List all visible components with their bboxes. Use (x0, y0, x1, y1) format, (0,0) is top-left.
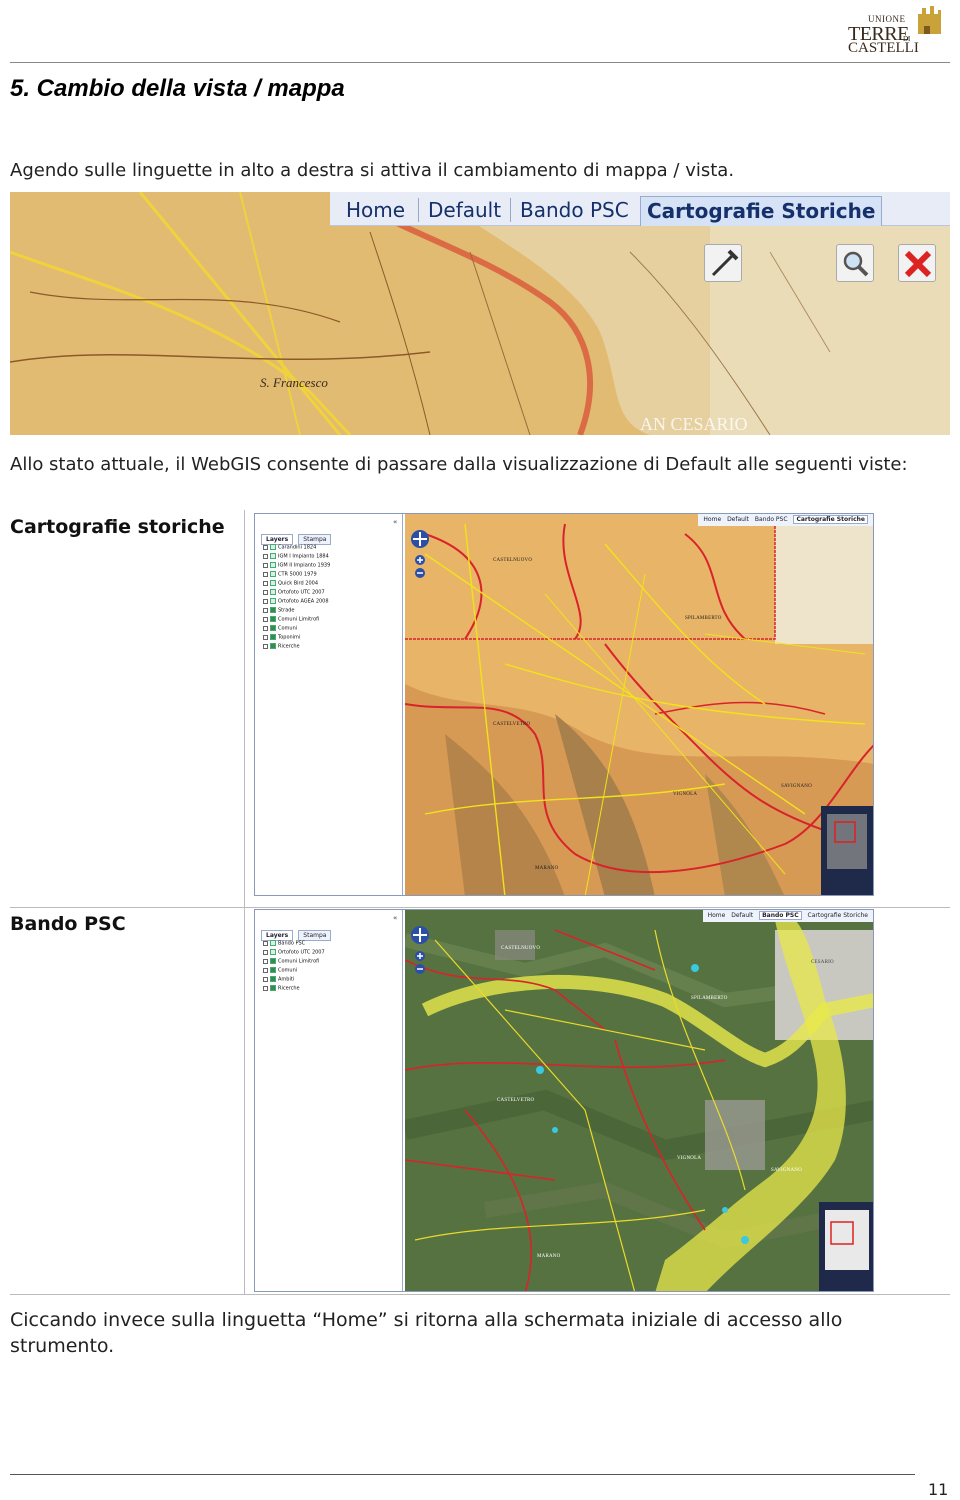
layer-row[interactable]: Comuni (263, 967, 297, 976)
tab-home[interactable]: Home (340, 196, 411, 226)
tab-bando-psc[interactable]: Bando PSC (755, 516, 788, 523)
place-marano: MARANO (535, 866, 559, 871)
place-castelvetro: CASTELVETRO (493, 722, 531, 727)
close-icon (904, 250, 932, 278)
closing-paragraph: Ciccando invece sulla linguetta “Home” s… (10, 1309, 843, 1357)
layer-row[interactable]: Toponimi (263, 634, 300, 643)
map-view-tabs: Home Default Bando PSC Cartografie Stori… (698, 514, 873, 526)
collapse-icon[interactable]: « (393, 518, 397, 526)
measure-tool-button[interactable] (704, 244, 742, 282)
layer-row[interactable]: CTR 5000 1979 (263, 571, 317, 580)
tab-default[interactable]: Default (422, 196, 507, 226)
historic-map-image: S. Francesco AN CESARIO (10, 192, 950, 435)
place-spilamberto: SPILAMBERTO (691, 996, 728, 1001)
aerial-map[interactable]: Home Default Bando PSC Cartografie Stori… (405, 910, 873, 1291)
views-intro-paragraph: Allo stato attuale, il WebGIS consente d… (10, 454, 908, 475)
intro-paragraph: Agendo sulle linguette in alto a destra … (10, 160, 735, 181)
layer-row[interactable]: Strade (263, 607, 295, 616)
magnifier-icon (843, 251, 869, 277)
layer-row[interactable]: Comuni Limitrofi (263, 616, 319, 625)
pan-zoom-control[interactable] (409, 528, 431, 588)
bando-psc-view-screenshot: « Layers Stampa Bando PSC Ortofoto UTC 2… (254, 909, 874, 1292)
place-savignano: SAVIGNANO (781, 784, 812, 789)
measure-icon (711, 249, 739, 277)
layer-row[interactable]: Comuni (263, 625, 297, 634)
tab-cartografie-storiche[interactable]: Cartografie Storiche (640, 196, 883, 226)
historic-map-canvas (405, 514, 873, 895)
layer-row[interactable]: IGM II Impianto 1939 (263, 562, 330, 571)
tab-home[interactable]: Home (708, 912, 726, 919)
layer-row[interactable]: Ortofoto AGEA 2008 (263, 598, 329, 607)
layer-row[interactable]: Ortofoto UTC 2007 (263, 589, 325, 598)
layer-row[interactable]: Ortofoto UTC 2007 (263, 949, 325, 958)
layer-row[interactable]: Ricerche (263, 643, 300, 652)
historic-map[interactable]: Home Default Bando PSC Cartografie Stori… (405, 514, 873, 895)
map-label-san-cesario: AN CESARIO (640, 414, 748, 434)
map-view-tabs: Home Default Bando PSC Cartografie Stori… (702, 910, 873, 922)
place-savignano: SAVIGNANO (771, 1168, 802, 1173)
view-tabbar: Home Default Bando PSC Cartografie Stori… (330, 192, 950, 226)
layer-row[interactable]: Ambiti (263, 976, 294, 985)
header-rule (10, 62, 950, 63)
layer-row[interactable]: Quick Bird 2004 (263, 580, 318, 589)
layers-panel: « Layers Stampa Carandini 1824 IGM I Imp… (255, 514, 403, 895)
place-castelvetro: CASTELVETRO (497, 1098, 535, 1103)
tab-bando-psc[interactable]: Bando PSC (514, 196, 635, 226)
castle-icon (918, 6, 941, 34)
section-title: 5. Cambio della vista / mappa (10, 75, 345, 102)
map-label-san-francesco: S. Francesco (260, 375, 328, 390)
tab-cartografie-storiche[interactable]: Cartografie Storiche (808, 912, 868, 919)
place-vignola: VIGNOLA (673, 792, 698, 797)
layer-row[interactable]: IGM I Impianto 1884 (263, 553, 329, 562)
collapse-icon[interactable]: « (393, 914, 397, 922)
footer-rule (10, 1474, 915, 1475)
close-tool-button[interactable] (898, 244, 936, 282)
tab-default[interactable]: Default (731, 912, 753, 919)
layer-row[interactable]: Comuni Limitrofi (263, 958, 319, 967)
layer-row[interactable]: Ricerche (263, 985, 300, 994)
place-castelnuovo: CASTELNUOVO (501, 946, 541, 951)
terre-di-castelli-logo: UNIONE TERRE DI CASTELLI (846, 4, 942, 58)
view-label-cartografie: Cartografie storiche (10, 516, 225, 538)
tabs-screenshot: S. Francesco AN CESARIO Home Default Ban… (10, 192, 950, 435)
layers-panel: « Layers Stampa Bando PSC Ortofoto UTC 2… (255, 910, 403, 1291)
place-cesario: CESARIO (811, 960, 834, 965)
place-spilamberto: SPILAMBERTO (685, 616, 722, 621)
layer-row[interactable]: Bando PSC (263, 940, 305, 949)
aerial-map-canvas (405, 910, 873, 1291)
place-castelnuovo: CASTELNUOVO (493, 558, 533, 563)
tab-cartografie-storiche[interactable]: Cartografie Storiche (793, 515, 868, 524)
page-number: 11 (928, 1480, 949, 1499)
place-marano: MARANO (537, 1254, 561, 1259)
view-label-bando-psc: Bando PSC (10, 913, 126, 935)
cartografie-view-screenshot: « Layers Stampa Carandini 1824 IGM I Imp… (254, 513, 874, 896)
layer-row[interactable]: Carandini 1824 (263, 544, 316, 553)
tab-bando-psc[interactable]: Bando PSC (759, 911, 802, 920)
pan-zoom-control[interactable] (409, 924, 431, 984)
tab-default[interactable]: Default (727, 516, 749, 523)
place-vignola: VIGNOLA (677, 1156, 702, 1161)
tab-home[interactable]: Home (703, 516, 721, 523)
zoom-tool-button[interactable] (836, 244, 874, 282)
